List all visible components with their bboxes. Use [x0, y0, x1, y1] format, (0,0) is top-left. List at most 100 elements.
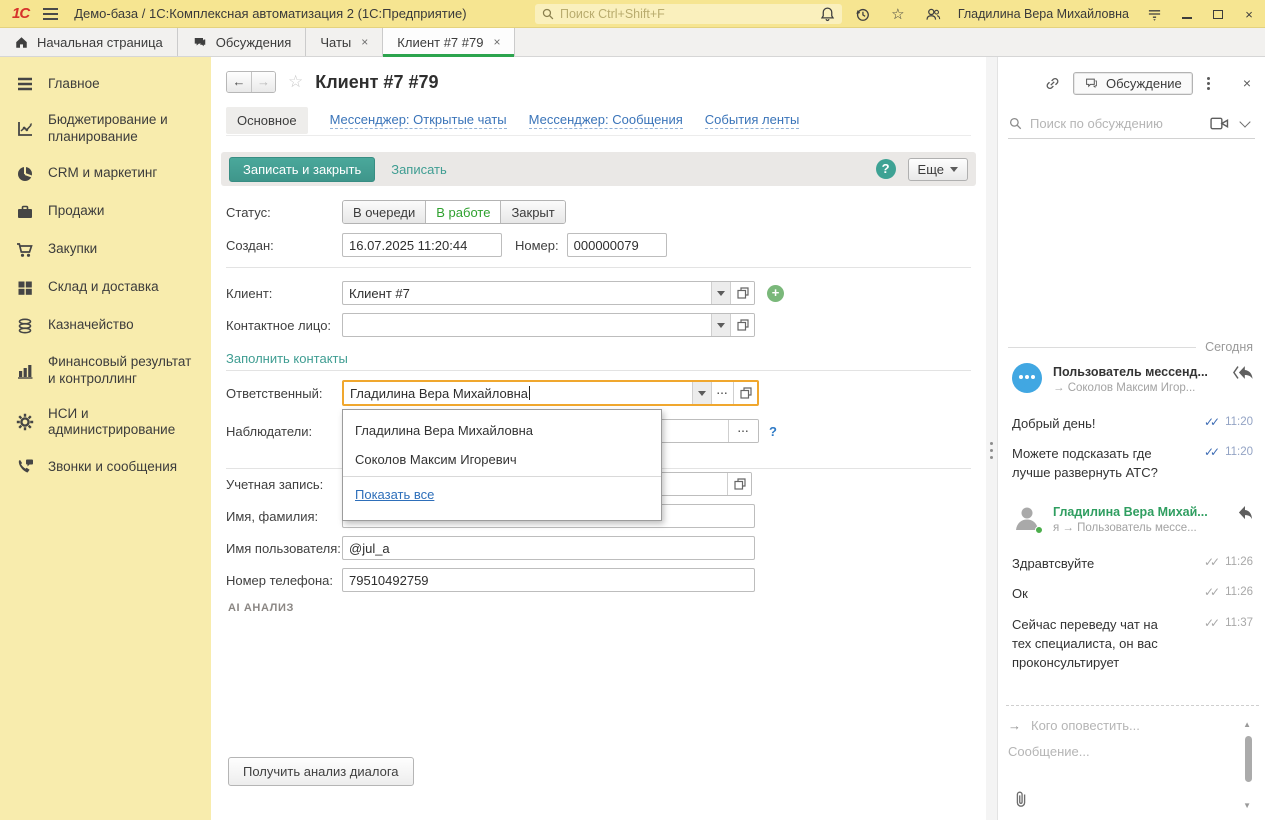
read-checkmarks-icon: ✓✓: [1203, 445, 1220, 459]
discussion-search-input[interactable]: [1030, 116, 1210, 131]
video-call-icon[interactable]: [1210, 116, 1229, 131]
open-link-icon[interactable]: [727, 473, 751, 495]
sidebar-item-warehouse[interactable]: Склад и доставка: [0, 269, 211, 307]
dropdown-arrow-icon[interactable]: [692, 382, 711, 404]
notify-row[interactable]: → Кого оповестить...: [1008, 718, 1140, 733]
get-dialog-analysis-button[interactable]: Получить анализ диалога: [228, 757, 414, 786]
link-icon[interactable]: [1044, 75, 1061, 92]
sidebar-item-sales[interactable]: Продажи: [0, 193, 211, 231]
save-and-close-button[interactable]: Записать и закрыть: [229, 156, 376, 182]
sidebar-item-financial-result[interactable]: Финансовый результат и контроллинг: [0, 345, 211, 397]
scrollbar-thumb[interactable]: [1245, 736, 1252, 782]
sidebar-item-budgeting[interactable]: Бюджетирование и планирование: [0, 103, 211, 155]
status-toggle: В очереди В работе Закрыт: [342, 200, 566, 224]
created-input[interactable]: [342, 233, 502, 257]
chat-message[interactable]: Можете подсказать где лучше развернуть А…: [1012, 445, 1253, 483]
minimize-button[interactable]: [1179, 7, 1195, 22]
dropdown-item[interactable]: Гладилина Вера Михайловна: [343, 416, 661, 445]
tab-discussions[interactable]: Обсуждения: [178, 28, 307, 56]
chat-bubble-icon: [194, 37, 206, 46]
back-button[interactable]: ←: [227, 72, 251, 92]
service-menu-icon[interactable]: [1144, 4, 1164, 24]
main-menu-icon[interactable]: [43, 7, 59, 20]
add-client-button[interactable]: +: [767, 284, 784, 302]
more-button[interactable]: Еще: [907, 157, 968, 181]
global-search[interactable]: [535, 4, 842, 24]
fill-contacts-link[interactable]: Заполнить контакты: [226, 351, 348, 366]
maximize-button[interactable]: [1210, 7, 1226, 22]
separator: [226, 370, 971, 371]
attach-file-paperclip-icon[interactable]: [1012, 789, 1030, 812]
briefcase-icon: [18, 205, 32, 218]
reply-icon[interactable]: [1237, 505, 1253, 534]
close-window-button[interactable]: ×: [1241, 7, 1257, 22]
chevron-down-icon: [950, 166, 958, 172]
sidebar-item-administration[interactable]: НСИ и администрирование: [0, 397, 211, 449]
chat-message[interactable]: Сейчас переведу чат на тех специалиста, …: [1012, 616, 1253, 673]
contact-label: Контактное лицо:: [226, 317, 332, 333]
select-ellipsis-button[interactable]: ...: [728, 420, 758, 442]
1c-application-window: 1С Демо-база / 1С:Комплексная автоматиза…: [0, 0, 1265, 820]
tab-chats[interactable]: Чаты ×: [306, 28, 384, 56]
chat-message[interactable]: Ок ✓✓ 11:26: [1012, 585, 1253, 604]
sidebar-item-treasury[interactable]: Казначейство: [0, 307, 211, 345]
close-tab-icon[interactable]: ×: [493, 35, 500, 49]
nav-tab-open-chats[interactable]: Мессенджер: Открытые чаты: [329, 112, 507, 129]
close-panel-icon[interactable]: ×: [1243, 75, 1251, 91]
discussion-toggle-button[interactable]: Обсуждение: [1073, 71, 1193, 95]
nav-tab-messages[interactable]: Мессенджер: Сообщения: [528, 112, 683, 129]
panel-menu-kebab-icon[interactable]: [1206, 76, 1210, 90]
close-tab-icon[interactable]: ×: [361, 35, 368, 49]
message-input-placeholder[interactable]: Сообщение...: [1008, 744, 1090, 759]
watchers-help-icon[interactable]: ?: [769, 424, 777, 439]
chat-message[interactable]: Добрый день! ✓✓ 11:20: [1012, 415, 1253, 434]
message-author[interactable]: Пользователь мессенд...: [1053, 365, 1222, 379]
dropdown-item[interactable]: Соколов Максим Игоревич: [343, 445, 661, 474]
nav-tab-feed-events[interactable]: События ленты: [704, 112, 800, 129]
tab-home-page[interactable]: Начальная страница: [0, 28, 178, 56]
responsible-combo[interactable]: Гладилина Вера Михайловна ...: [342, 380, 759, 406]
open-link-icon[interactable]: [730, 282, 754, 304]
scroll-up-icon[interactable]: ▲: [1243, 720, 1251, 729]
users-icon[interactable]: [923, 4, 943, 24]
tab-client-7-79[interactable]: Клиент #7 #79 ×: [383, 28, 516, 57]
client-combo[interactable]: Клиент #7: [342, 281, 755, 305]
number-input[interactable]: [566, 233, 667, 257]
nav-tab-main[interactable]: Основное: [226, 107, 308, 134]
scroll-down-icon[interactable]: ▼: [1243, 801, 1251, 810]
open-link-icon[interactable]: [733, 382, 757, 404]
chevron-down-icon[interactable]: [1239, 115, 1251, 128]
open-link-icon[interactable]: [730, 314, 754, 336]
history-icon[interactable]: [853, 4, 873, 24]
select-ellipsis-button[interactable]: ...: [711, 382, 733, 404]
current-user-name[interactable]: Гладилина Вера Михайловна: [958, 7, 1129, 21]
forward-button[interactable]: →: [251, 72, 275, 92]
status-option-queued[interactable]: В очереди: [343, 201, 427, 223]
dropdown-arrow-icon[interactable]: [711, 282, 730, 304]
save-button[interactable]: Записать: [391, 162, 447, 177]
global-search-input[interactable]: [560, 7, 836, 21]
read-checkmarks-icon: ✓✓: [1203, 415, 1220, 429]
status-option-in-progress[interactable]: В работе: [426, 201, 502, 223]
notifications-bell-icon[interactable]: [818, 4, 838, 24]
sidebar-item-crm[interactable]: CRM и маркетинг: [0, 155, 211, 193]
chat-message[interactable]: Здравтсвуйте ✓✓ 11:26: [1012, 555, 1253, 574]
sidebar-item-main[interactable]: Главное: [0, 65, 211, 103]
username-input[interactable]: [342, 536, 755, 560]
favorite-star-icon[interactable]: ☆: [288, 72, 303, 92]
help-button[interactable]: ?: [875, 159, 896, 179]
sidebar-item-purchases[interactable]: Закупки: [0, 231, 211, 269]
panel-splitter[interactable]: [986, 57, 997, 820]
phone-input[interactable]: [342, 568, 755, 592]
titlebar-right-icons: ☆ Гладилина Вера Михайловна ×: [818, 0, 1257, 28]
reply-all-icon[interactable]: [1233, 365, 1253, 394]
favorites-star-icon[interactable]: ☆: [888, 4, 908, 24]
show-all-link[interactable]: Показать все: [343, 483, 446, 506]
message-author[interactable]: Гладилина Вера Михай...: [1053, 505, 1226, 519]
status-option-closed[interactable]: Закрыт: [501, 201, 565, 223]
read-checkmarks-icon: ✓✓: [1203, 585, 1220, 599]
sidebar-item-calls-messages[interactable]: Звонки и сообщения: [0, 448, 211, 486]
titlebar: 1С Демо-база / 1С:Комплексная автоматиза…: [0, 0, 1265, 28]
dropdown-arrow-icon[interactable]: [711, 314, 730, 336]
contact-combo[interactable]: [342, 313, 755, 337]
